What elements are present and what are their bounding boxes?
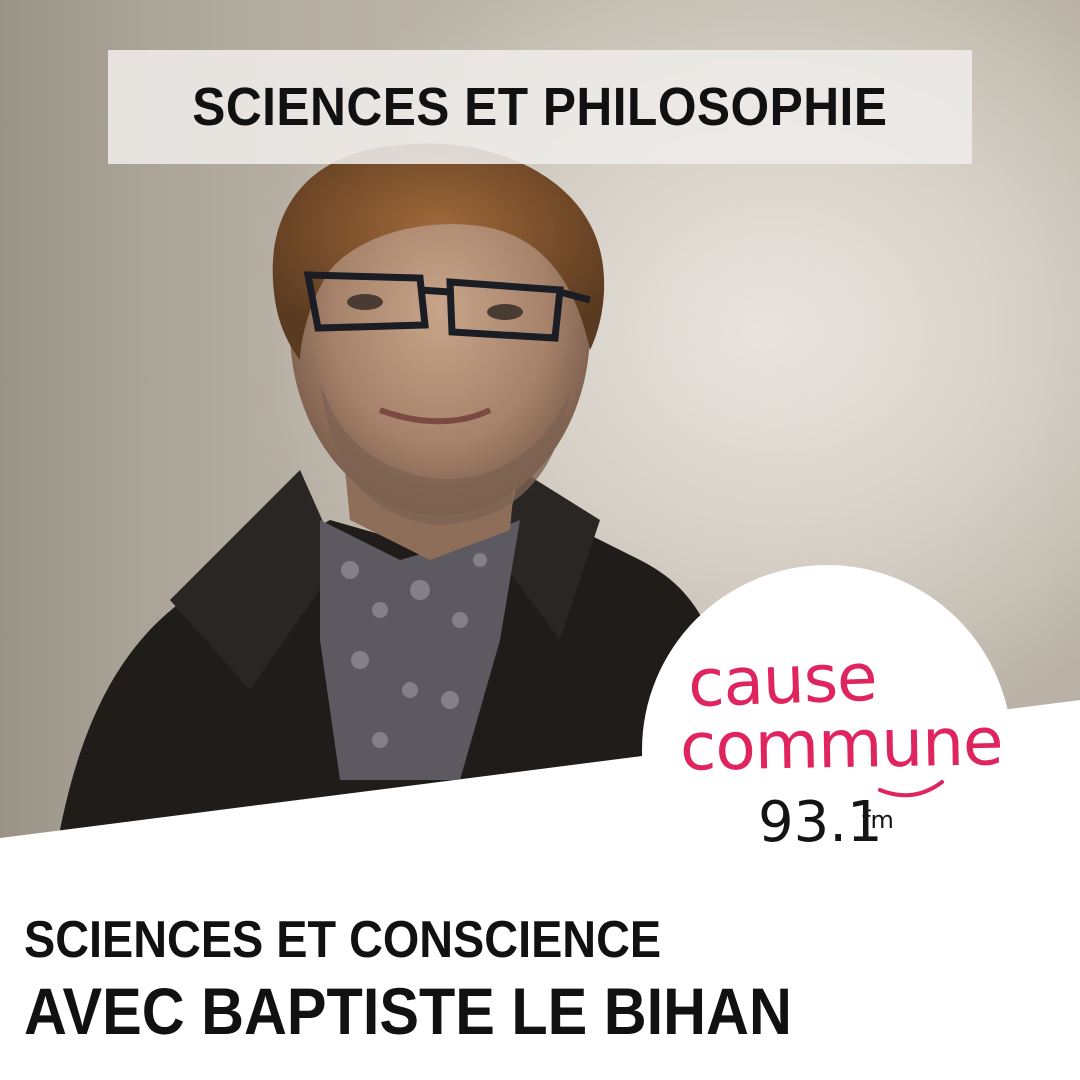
episode-subtitle: SCIENCES ET CONSCIENCE <box>24 911 662 969</box>
category-label: SCIENCES ET PHILOSOPHIE <box>192 77 888 137</box>
episode-title: AVEC BAPTISTE LE BIHAN <box>24 974 792 1048</box>
podcast-cover: SCIENCES ET PHILOSOPHIE cause commune 93… <box>0 0 1080 1080</box>
station-logo-badge <box>642 565 1012 935</box>
category-banner: SCIENCES ET PHILOSOPHIE <box>108 50 972 164</box>
